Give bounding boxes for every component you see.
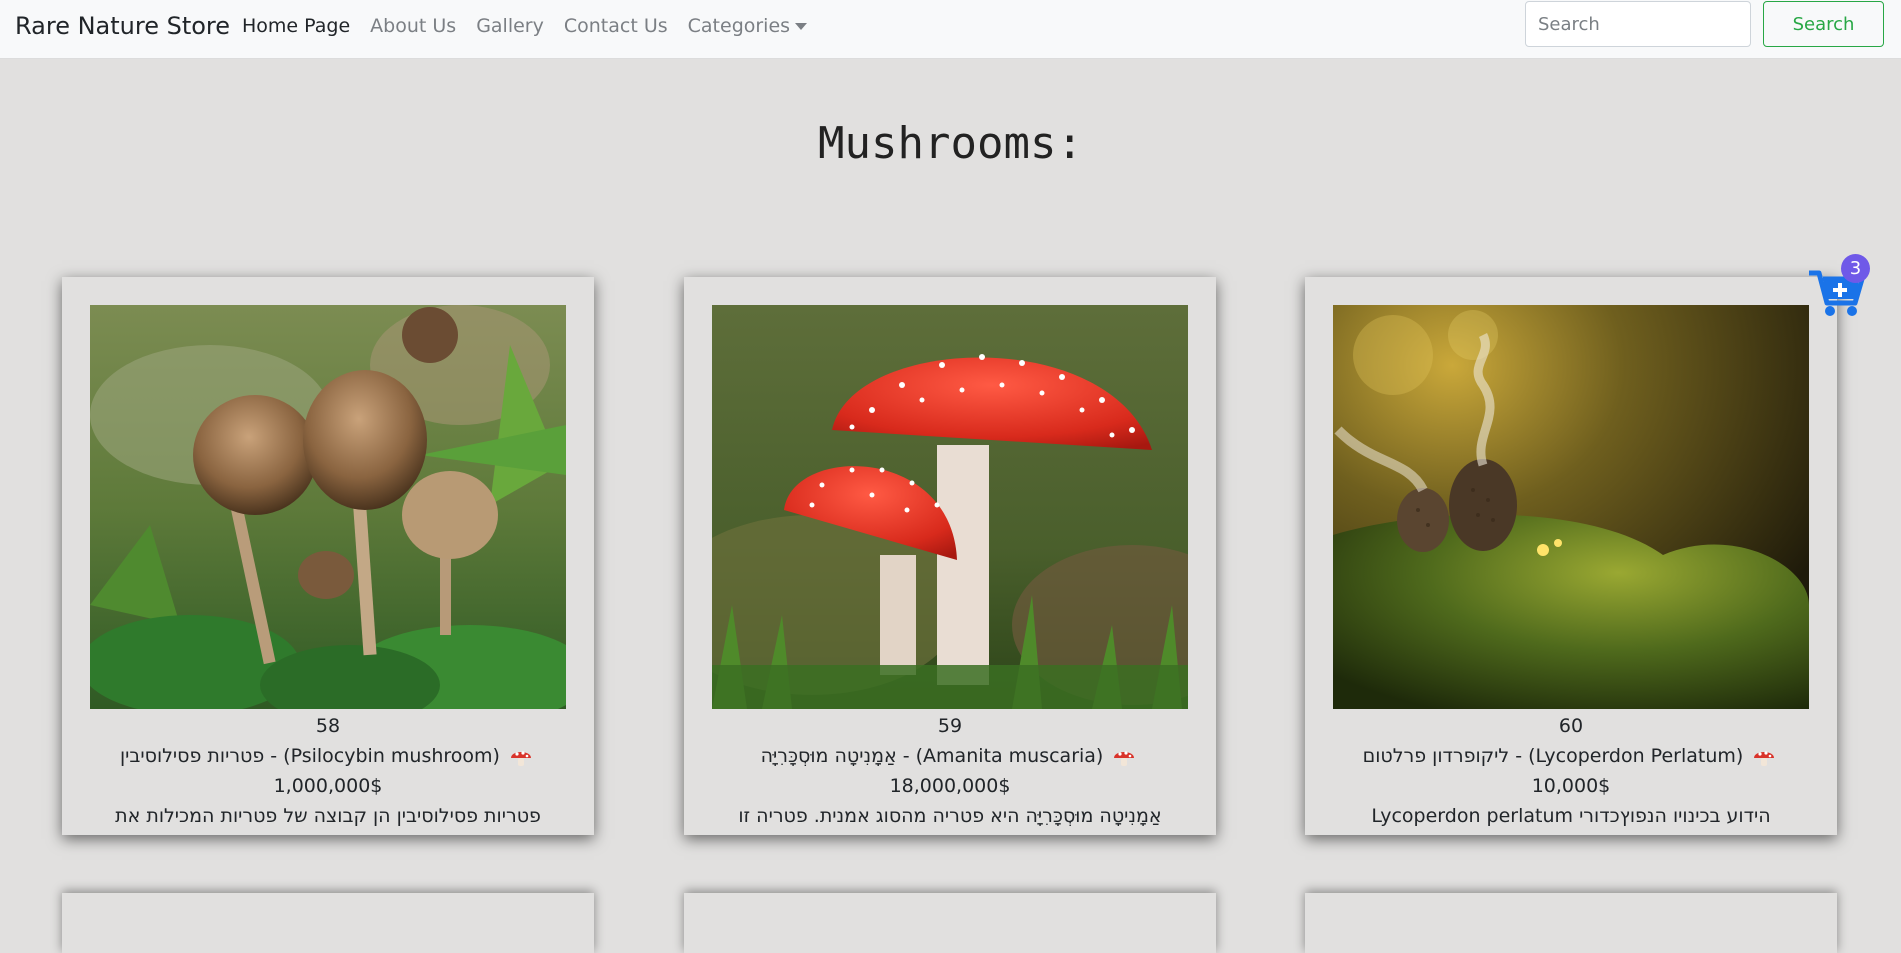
product-description: אַמָנִיטָה מוּסְכָּרִיָּה היא פטריה מהסו… bbox=[738, 805, 1162, 827]
product-name: אַמָנִיטָה מוּסְכָּרִיָּה - (Amanita mus… bbox=[760, 745, 1104, 767]
product-description: Lycoperdon perlatum הידוע בכינויו הנפוץכ… bbox=[1371, 805, 1771, 827]
product-name: פטריות פסילוסיבין - (Psilocybin mushroom… bbox=[119, 745, 500, 767]
product-info: 60 ליקופרדון פרלטום - (Lycoperdon Perlat… bbox=[1305, 711, 1837, 831]
product-id: 60 bbox=[1558, 715, 1584, 737]
product-card[interactable] bbox=[62, 893, 594, 953]
product-name-row: ליקופרדון פרלטום - (Lycoperdon Perlatum) bbox=[1305, 741, 1837, 771]
lycoperdon-photo bbox=[1333, 305, 1809, 709]
product-image-psilocybin[interactable] bbox=[90, 305, 566, 709]
nav-link-contact[interactable]: Contact Us bbox=[564, 15, 668, 37]
product-price: 1,000,000$ bbox=[273, 775, 383, 797]
product-name-row: אַמָנִיטָה מוּסְכָּרִיָּה - (Amanita mus… bbox=[684, 741, 1216, 771]
mushroom-icon bbox=[1754, 750, 1775, 766]
cart-count-badge: 3 bbox=[1841, 254, 1870, 283]
brand-logo[interactable]: Rare Nature Store bbox=[15, 12, 230, 40]
product-card[interactable]: 58 פטריות פסילוסיבין - (Psilocybin mushr… bbox=[62, 277, 594, 835]
product-card[interactable]: 59 אַמָנִיטָה מוּסְכָּרִיָּה - (Amanita … bbox=[684, 277, 1216, 835]
categories-label: Categories bbox=[687, 15, 791, 37]
nav-link-gallery[interactable]: Gallery bbox=[476, 15, 544, 37]
product-info: 58 פטריות פסילוסיבין - (Psilocybin mushr… bbox=[62, 711, 594, 831]
mushroom-icon bbox=[511, 750, 532, 766]
nav-dropdown-categories[interactable]: Categories bbox=[687, 15, 808, 37]
nav-link-home[interactable]: Home Page bbox=[242, 15, 350, 37]
search-button[interactable]: Search bbox=[1763, 1, 1884, 47]
mushroom-icon bbox=[1114, 750, 1135, 766]
product-description: פטריות פסילוסיבין הן קבוצה של פטריות המכ… bbox=[115, 805, 541, 827]
search-input[interactable] bbox=[1525, 1, 1751, 47]
product-price: 10,000$ bbox=[1531, 775, 1611, 797]
product-card[interactable]: 60 ליקופרדון פרלטום - (Lycoperdon Perlat… bbox=[1305, 277, 1837, 835]
psilocybin-photo bbox=[90, 305, 566, 709]
product-info: 59 אַמָנִיטָה מוּסְכָּרִיָּה - (Amanita … bbox=[684, 711, 1216, 831]
product-name: ליקופרדון פרלטום - (Lycoperdon Perlatum) bbox=[1362, 745, 1744, 767]
product-id: 58 bbox=[315, 715, 341, 737]
product-card[interactable] bbox=[1305, 893, 1837, 953]
product-id: 59 bbox=[937, 715, 963, 737]
navbar: Rare Nature Store Home Page About Us Gal… bbox=[0, 0, 1901, 59]
nav-link-about[interactable]: About Us bbox=[370, 15, 456, 37]
product-image-lycoperdon[interactable] bbox=[1333, 305, 1809, 709]
caret-down-icon bbox=[795, 23, 808, 30]
product-image-amanita[interactable] bbox=[712, 305, 1188, 709]
nav-links: Home Page About Us Gallery Contact Us Ca… bbox=[242, 15, 827, 37]
amanita-photo bbox=[712, 305, 1188, 709]
product-price: 18,000,000$ bbox=[889, 775, 1011, 797]
page-title: Mushrooms: bbox=[818, 118, 1083, 169]
product-name-row: פטריות פסילוסיבין - (Psilocybin mushroom… bbox=[62, 741, 594, 771]
product-card[interactable] bbox=[684, 893, 1216, 953]
